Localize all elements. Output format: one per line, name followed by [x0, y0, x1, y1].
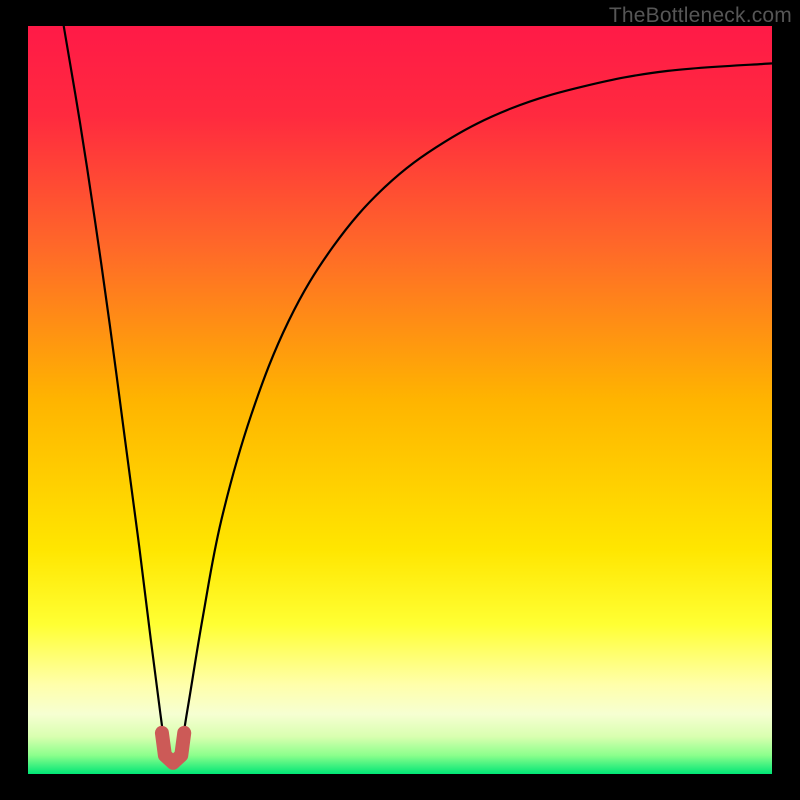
outer-black-frame: TheBottleneck.com: [0, 0, 800, 800]
chart-curve-layer: [28, 26, 772, 774]
plot-area: [28, 26, 772, 774]
watermark-label: TheBottleneck.com: [609, 4, 792, 28]
dip-marker: [162, 733, 184, 763]
bottleneck-curve: [64, 26, 772, 761]
